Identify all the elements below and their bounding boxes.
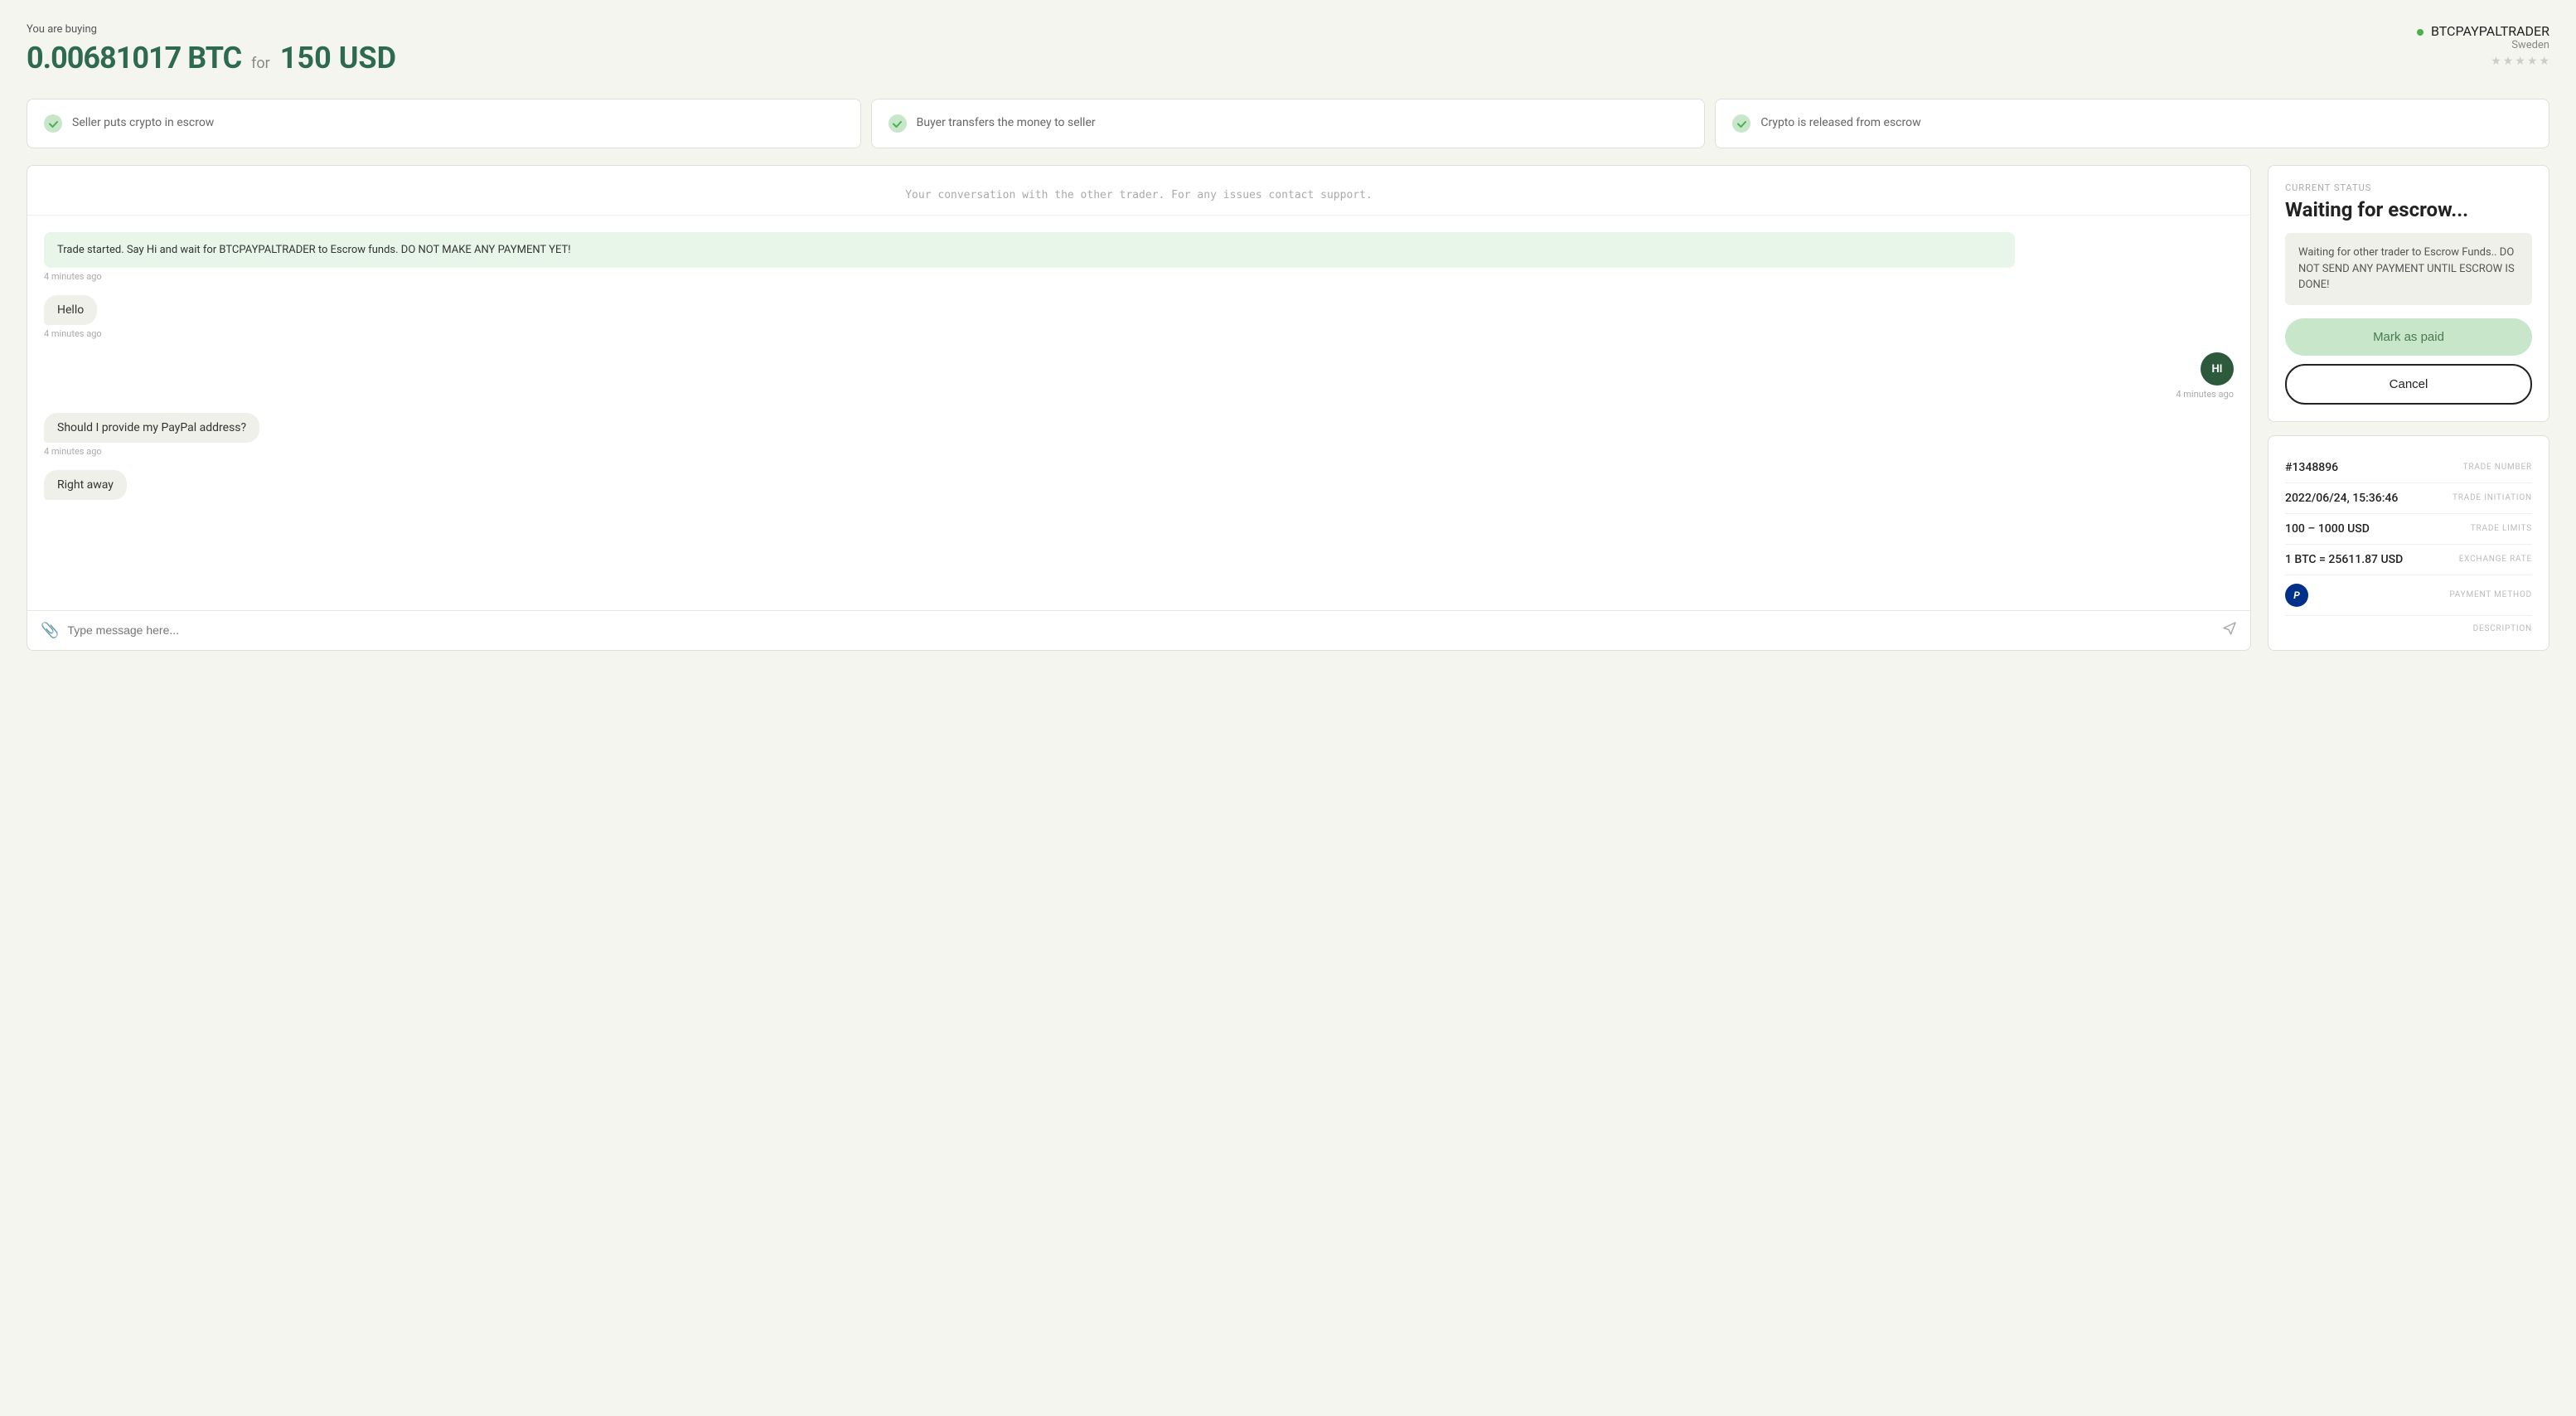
trade-number-row: #1348896 TRADE NUMBER <box>2285 453 2532 483</box>
btc-amount: 0.00681017 BTC <box>27 41 241 75</box>
cancel-button[interactable]: Cancel <box>2285 364 2532 405</box>
step-3: Crypto is released from escrow <box>1715 99 2549 148</box>
bubble-hello: Hello <box>44 295 97 325</box>
trade-initiation-label: TRADE INITIATION <box>2453 493 2532 502</box>
trade-number-value: #1348896 <box>2285 461 2338 474</box>
right-panel: CURRENT STATUS Waiting for escrow... Wai… <box>2268 165 2549 651</box>
step-2-text: Buyer transfers the money to seller <box>917 115 1096 132</box>
msg-paypal: Should I provide my PayPal address? 4 mi… <box>44 413 2234 457</box>
page-header: You are buying 0.00681017 BTC for 150 US… <box>27 23 2549 75</box>
paypal-icon: P <box>2285 584 2308 607</box>
trade-initiation-row: 2022/06/24, 15:36:46 TRADE INITIATION <box>2285 483 2532 514</box>
trade-initiation-value: 2022/06/24, 15:36:46 <box>2285 492 2398 505</box>
trade-details: #1348896 TRADE NUMBER 2022/06/24, 15:36:… <box>2268 435 2549 651</box>
star-2: ★ <box>2503 55 2514 68</box>
buying-info: You are buying 0.00681017 BTC for 150 US… <box>27 23 396 75</box>
current-status-label: CURRENT STATUS <box>2285 182 2532 193</box>
star-5: ★ <box>2539 55 2549 68</box>
step-2: Buyer transfers the money to seller <box>871 99 1706 148</box>
escrow-notice: Waiting for other trader to Escrow Funds… <box>2285 233 2532 305</box>
step-1-text: Seller puts crypto in escrow <box>72 115 214 132</box>
trader-name-text: BTCPAYPALTRADER <box>2431 23 2549 39</box>
step-3-text: Crypto is released from escrow <box>1760 115 1920 132</box>
system-message: Trade started. Say Hi and wait for BTCPA… <box>44 232 2234 282</box>
step-1: Seller puts crypto in escrow <box>27 99 861 148</box>
trader-name[interactable]: BTCPAYPALTRADER <box>2417 23 2549 39</box>
description-row: DESCRIPTION <box>2285 616 2532 633</box>
attach-icon[interactable]: 📎 <box>41 622 59 639</box>
chat-messages[interactable]: Trade started. Say Hi and wait for BTCPA… <box>27 216 2250 610</box>
system-msg-text: Trade started. Say Hi and wait for BTCPA… <box>44 232 2015 268</box>
bubble-paypal: Should I provide my PayPal address? <box>44 413 259 443</box>
chat-panel: Your conversation with the other trader.… <box>27 165 2251 651</box>
trader-info: BTCPAYPALTRADER Sweden ★ ★ ★ ★ ★ <box>2417 23 2549 68</box>
msg-hi-container: HI 4 minutes ago <box>44 352 2234 400</box>
exchange-rate-row: 1 BTC = 25611.87 USD EXCHANGE RATE <box>2285 545 2532 575</box>
star-1: ★ <box>2491 55 2501 68</box>
status-card: CURRENT STATUS Waiting for escrow... Wai… <box>2268 165 2549 422</box>
system-msg-time: 4 minutes ago <box>44 271 2234 282</box>
step-2-check <box>889 114 907 133</box>
msg-paypal-time: 4 minutes ago <box>44 446 2234 457</box>
trader-stars: ★ ★ ★ ★ ★ <box>2417 55 2549 68</box>
trade-number-label: TRADE NUMBER <box>2463 463 2532 472</box>
send-icon[interactable] <box>2222 621 2237 640</box>
user-avatar: HI <box>2201 352 2234 386</box>
description-label: DESCRIPTION <box>2285 616 2532 633</box>
exchange-rate-value: 1 BTC = 25611.87 USD <box>2285 553 2403 566</box>
usd-amount: 150 USD <box>280 41 396 75</box>
trade-limits-label: TRADE LIMITS <box>2471 524 2532 533</box>
step-1-check <box>44 114 62 133</box>
chat-input[interactable] <box>67 623 2214 637</box>
for-label: for <box>251 55 270 72</box>
payment-method-row: P PAYMENT METHOD <box>2285 575 2532 616</box>
msg-hi-time: 4 minutes ago <box>2176 389 2234 400</box>
bubble-right-away: Right away <box>44 470 127 500</box>
online-indicator <box>2417 29 2423 36</box>
chat-notice: Your conversation with the other trader.… <box>27 166 2250 216</box>
trader-country: Sweden <box>2417 39 2549 51</box>
msg-hello-time: 4 minutes ago <box>44 328 2234 339</box>
msg-right-away: Right away <box>44 470 2234 500</box>
trade-limits-value: 100 – 1000 USD <box>2285 522 2370 536</box>
payment-method-label: PAYMENT METHOD <box>2449 590 2532 599</box>
buying-amount: 0.00681017 BTC for 150 USD <box>27 41 396 75</box>
main-content: Your conversation with the other trader.… <box>27 165 2549 651</box>
msg-hello: Hello 4 minutes ago <box>44 295 2234 339</box>
step-3-check <box>1732 114 1750 133</box>
star-3: ★ <box>2515 55 2525 68</box>
mark-as-paid-button[interactable]: Mark as paid <box>2285 318 2532 356</box>
chat-input-area[interactable]: 📎 <box>27 610 2250 650</box>
status-title: Waiting for escrow... <box>2285 198 2532 221</box>
trade-limits-row: 100 – 1000 USD TRADE LIMITS <box>2285 514 2532 545</box>
steps-row: Seller puts crypto in escrow Buyer trans… <box>27 99 2549 148</box>
buying-label: You are buying <box>27 23 396 36</box>
exchange-rate-label: EXCHANGE RATE <box>2459 555 2532 564</box>
star-4: ★ <box>2527 55 2538 68</box>
